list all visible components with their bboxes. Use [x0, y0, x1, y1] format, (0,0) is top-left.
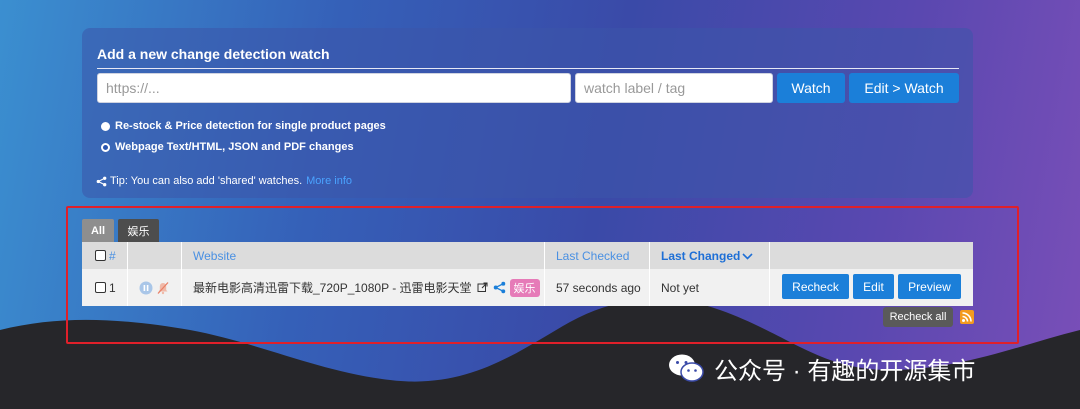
- tip-text: Tip: You can also add 'shared' watches. …: [96, 175, 352, 187]
- radio-label: Re-stock & Price detection for single pr…: [115, 120, 386, 132]
- url-input[interactable]: [97, 73, 571, 103]
- more-info-link[interactable]: More info: [306, 175, 352, 187]
- radio-restock-price[interactable]: Re-stock & Price detection for single pr…: [101, 120, 386, 132]
- wechat-icon: [669, 354, 704, 382]
- tag-input[interactable]: [575, 73, 773, 103]
- edit-watch-button[interactable]: Edit > Watch: [849, 73, 959, 103]
- share-icon: [96, 176, 107, 186]
- highlight-box: [66, 206, 1019, 344]
- panel-title: Add a new change detection watch: [97, 46, 330, 62]
- watch-button[interactable]: Watch: [777, 73, 845, 103]
- watermark: 公众号 · 有趣的开源集市: [668, 350, 975, 386]
- radio-button[interactable]: [101, 121, 110, 131]
- title-divider: [97, 68, 959, 69]
- tip-label: Tip: You can also add 'shared' watches.: [110, 175, 303, 187]
- add-watch-panel: Add a new change detection watch Watch E…: [82, 28, 973, 198]
- watermark-text: 公众号 · 有趣的开源集市: [714, 357, 976, 385]
- radio-button-selected[interactable]: [101, 142, 110, 152]
- radio-webpage-text[interactable]: Webpage Text/HTML, JSON and PDF changes: [101, 141, 354, 153]
- radio-label: Webpage Text/HTML, JSON and PDF changes: [115, 141, 354, 153]
